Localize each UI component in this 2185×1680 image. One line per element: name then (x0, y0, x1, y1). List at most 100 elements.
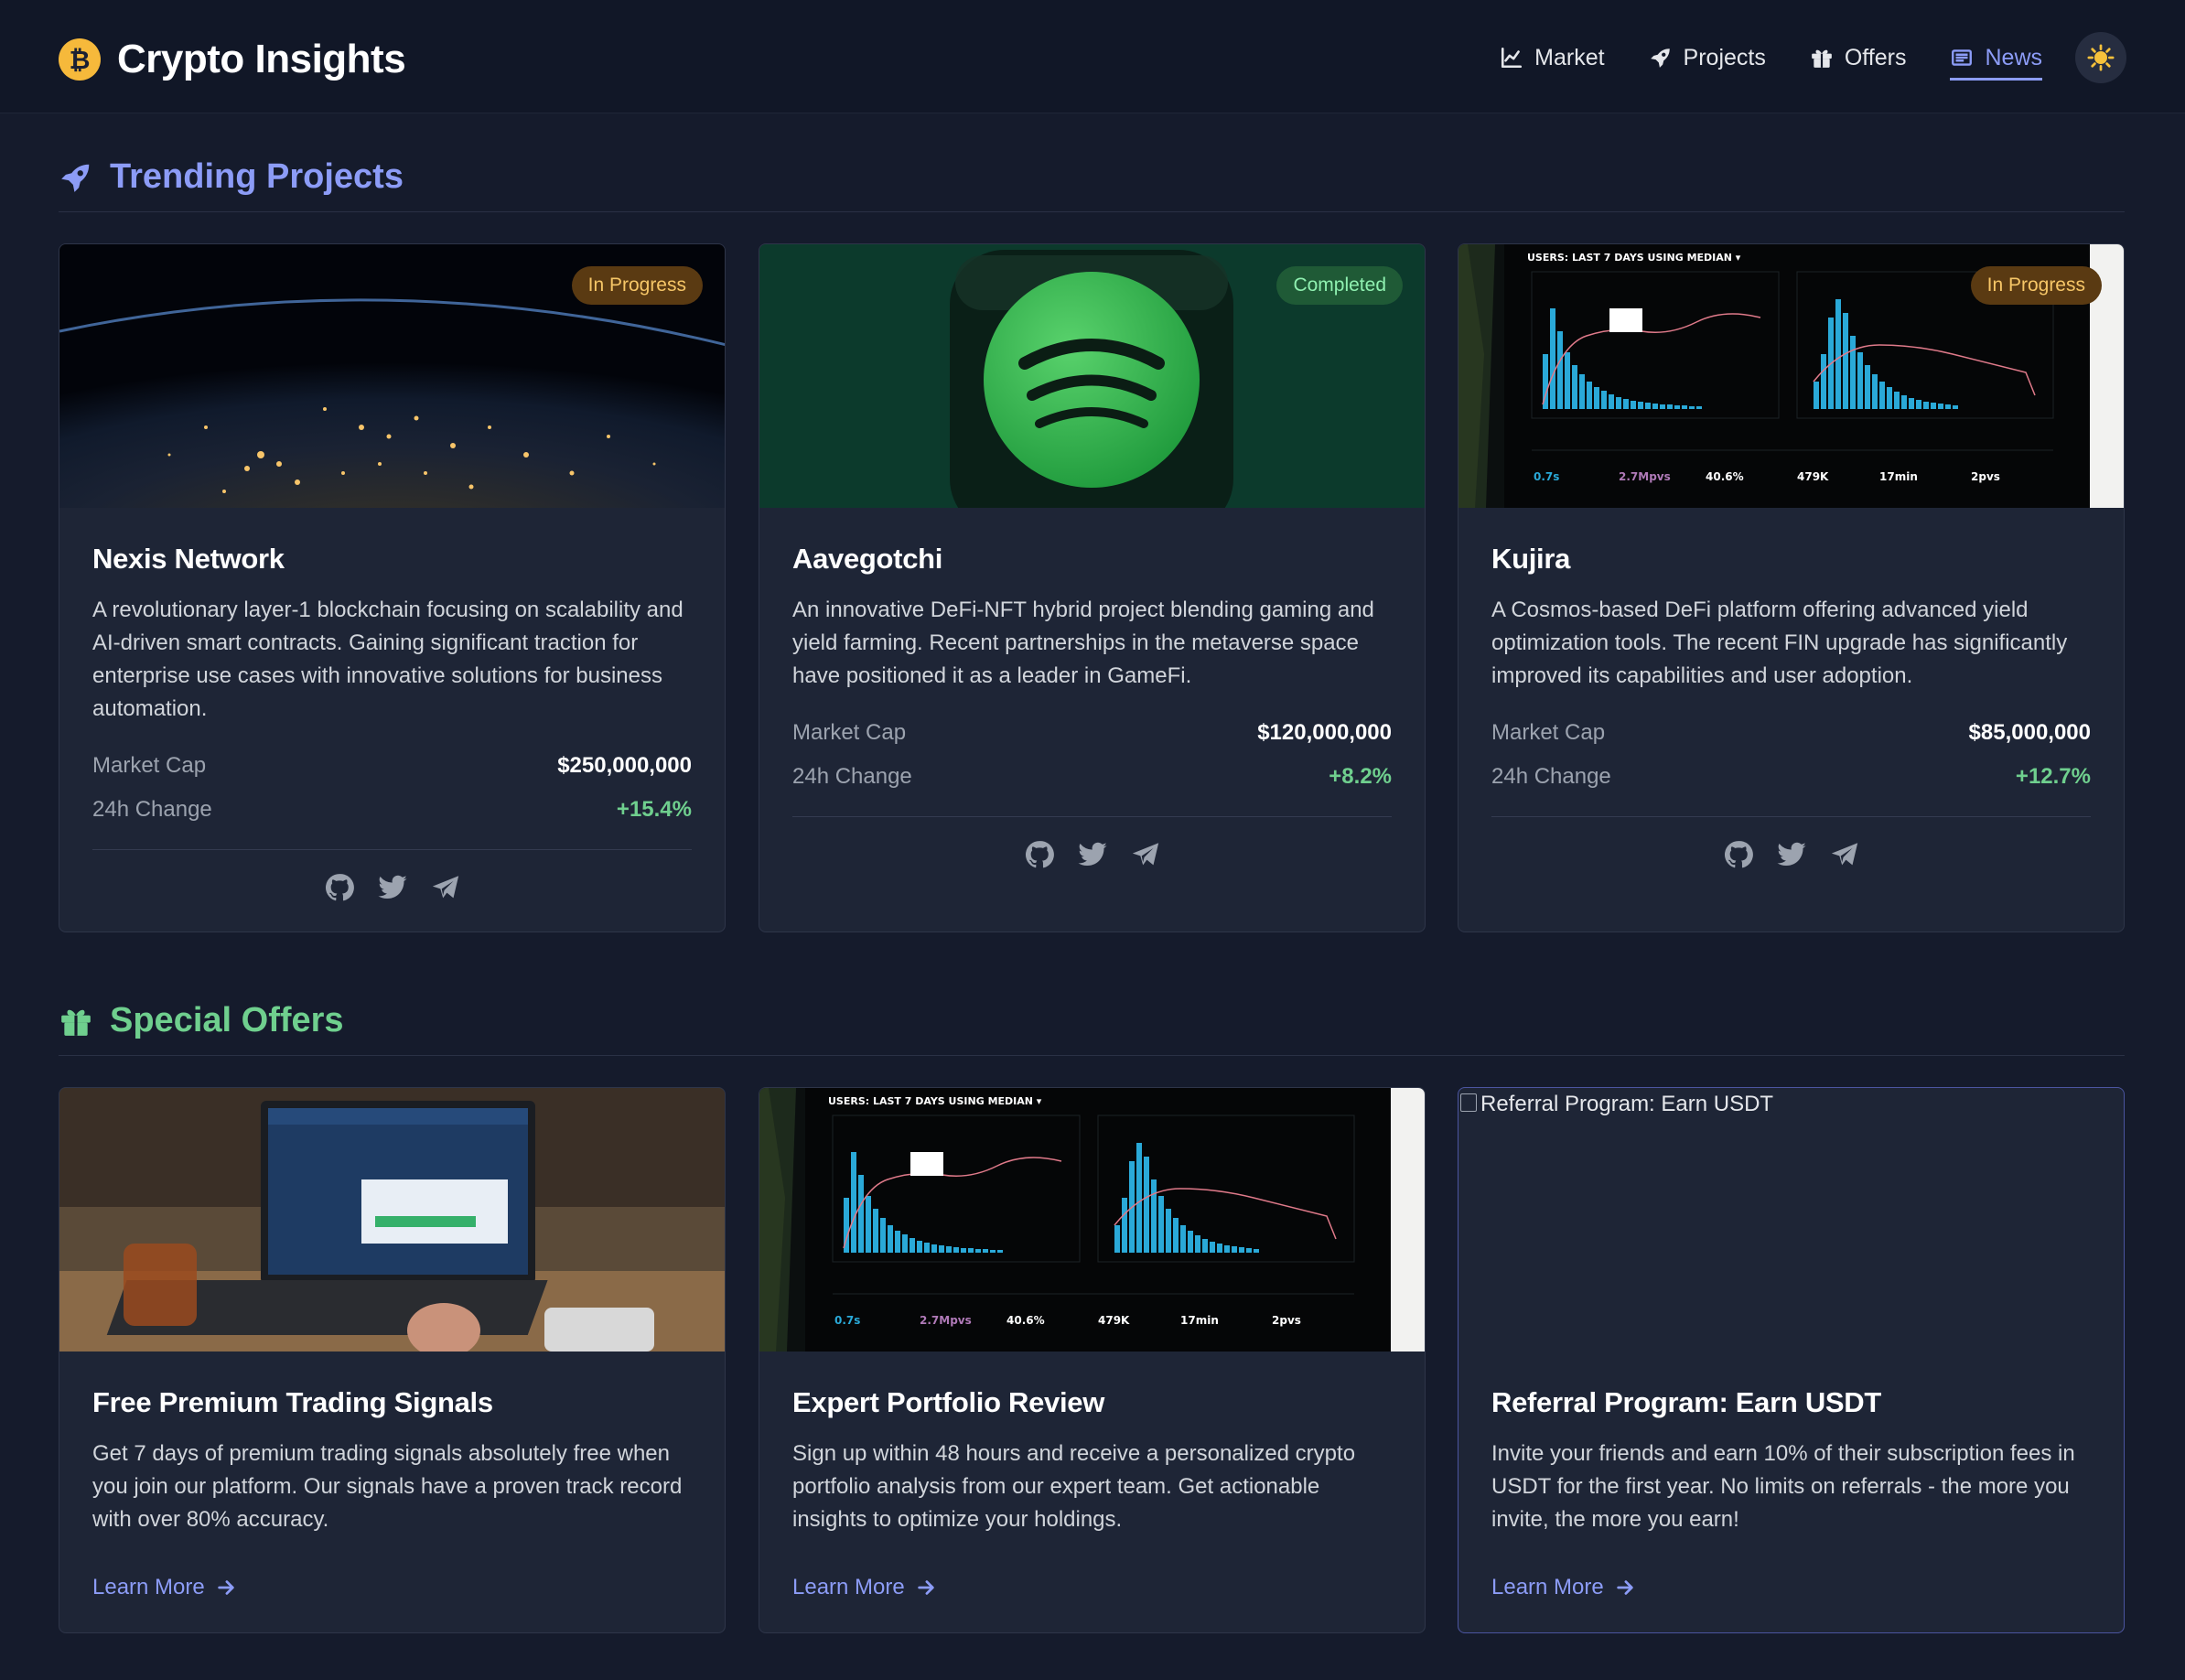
top-navbar: ₿ Crypto Insights Market Projects Offers… (0, 0, 2185, 113)
social-links (92, 850, 692, 932)
learn-more-link[interactable]: Learn More (792, 1575, 936, 1600)
nav-item-market[interactable]: Market (1500, 31, 1605, 84)
learn-more-link[interactable]: Learn More (1491, 1575, 1635, 1600)
nav-item-offers[interactable]: Offers (1810, 31, 1907, 84)
offer-description: Invite your friends and earn 10% of thei… (1491, 1441, 2075, 1532)
bitcoin-logo-icon: ₿ (59, 38, 101, 81)
brand-title: Crypto Insights (117, 37, 406, 81)
project-card[interactable]: Completed Aavegotchi An innovative DeFi-… (759, 243, 1426, 932)
offer-description: Sign up within 48 hours and receive a pe… (792, 1441, 1356, 1532)
project-image: In Progress (1458, 244, 2124, 508)
project-description: A Cosmos-based DeFi platform offering ad… (1491, 598, 2068, 688)
offer-image-broken: Referral Program: Earn USDT (1458, 1088, 2124, 1352)
learn-more-link[interactable]: Learn More (92, 1575, 236, 1600)
card-body: Aavegotchi An innovative DeFi-NFT hybrid… (759, 508, 1425, 907)
change-value: +12.7% (2015, 764, 2091, 789)
github-icon[interactable] (1723, 839, 1754, 870)
change-value: +8.2% (1329, 764, 1392, 789)
stat-label: 24h Change (92, 797, 212, 822)
section-title: Trending Projects (110, 157, 404, 196)
social-links (792, 817, 1392, 907)
card-body: Expert Portfolio Review Sign up within 4… (759, 1352, 1425, 1600)
project-image: Completed (759, 244, 1425, 508)
change-row: 24h Change +8.2% (792, 760, 1392, 792)
github-icon[interactable] (324, 872, 355, 903)
card-body: Free Premium Trading Signals Get 7 days … (59, 1352, 725, 1600)
stat-label: 24h Change (1491, 764, 1611, 789)
project-title: Nexis Network (92, 543, 285, 575)
offer-image (759, 1088, 1425, 1352)
offer-card[interactable]: Free Premium Trading Signals Get 7 days … (59, 1087, 726, 1633)
project-description: An innovative DeFi-NFT hybrid project bl… (792, 598, 1374, 688)
project-card[interactable]: In Progress Nexis Network A revolutionar… (59, 243, 726, 932)
newspaper-icon (1952, 49, 1973, 66)
nav-item-label: Offers (1844, 44, 1907, 70)
github-icon[interactable] (1024, 839, 1055, 870)
stat-label: Market Cap (1491, 720, 1606, 745)
offer-card[interactable]: Expert Portfolio Review Sign up within 4… (759, 1087, 1426, 1633)
project-card[interactable]: In Progress Kujira A Cosmos-based DeFi p… (1458, 243, 2125, 932)
offer-image (59, 1088, 725, 1352)
section-header: Trending Projects (59, 143, 2125, 212)
image-alt-text: Referral Program: Earn USDT (1480, 1092, 1774, 1116)
telegram-icon[interactable] (1829, 839, 1860, 870)
telegram-icon[interactable] (430, 872, 461, 903)
offer-title: Referral Program: Earn USDT (1491, 1386, 1882, 1418)
sun-icon (2087, 44, 2115, 71)
telegram-icon[interactable] (1130, 839, 1161, 870)
learn-more-label: Learn More (1491, 1575, 1604, 1599)
learn-more-label: Learn More (92, 1575, 205, 1599)
stat-label: 24h Change (792, 764, 912, 789)
twitter-icon[interactable] (377, 872, 408, 903)
status-badge: In Progress (571, 266, 703, 305)
main-nav: Market Projects Offers News (1456, 31, 2126, 84)
active-underline (1950, 78, 2042, 81)
arrow-right-icon (1617, 1580, 1633, 1595)
offer-card[interactable]: Referral Program: Earn USDT Referral Pro… (1458, 1087, 2125, 1633)
market-cap-value: $250,000,000 (557, 753, 692, 778)
arrow-right-icon (218, 1580, 234, 1595)
nav-item-news[interactable]: News (1950, 31, 2042, 84)
gift-icon (1812, 49, 1832, 68)
laptop-revenue-image (59, 1088, 725, 1352)
section-header: Special Offers (59, 986, 2125, 1056)
nav-item-label: News (1985, 44, 2042, 70)
stat-label: Market Cap (792, 720, 907, 745)
twitter-icon[interactable] (1077, 839, 1108, 870)
theme-toggle-button[interactable] (2075, 32, 2126, 83)
project-title: Kujira (1491, 543, 1571, 575)
change-row: 24h Change +15.4% (92, 793, 692, 825)
market-cap-value: $120,000,000 (1257, 720, 1392, 745)
twitter-icon[interactable] (1776, 839, 1807, 870)
status-badge: In Progress (1970, 266, 2102, 305)
offer-title: Free Premium Trading Signals (92, 1386, 493, 1418)
offer-title: Expert Portfolio Review (792, 1386, 1105, 1418)
card-body: Nexis Network A revolutionary layer-1 bl… (59, 508, 725, 932)
status-badge: Completed (1276, 266, 1403, 305)
chart-line-icon (1502, 47, 1523, 69)
arrow-right-icon (918, 1580, 934, 1595)
offer-description: Get 7 days of premium trading signals ab… (92, 1441, 683, 1532)
social-links (1491, 817, 2091, 907)
learn-more-label: Learn More (792, 1575, 905, 1599)
project-description: A revolutionary layer-1 blockchain focus… (92, 598, 683, 721)
rocket-icon (1650, 48, 1670, 68)
gift-icon (61, 1009, 91, 1036)
nav-item-label: Market (1534, 44, 1605, 70)
change-row: 24h Change +12.7% (1491, 760, 2091, 792)
section-title: Special Offers (110, 1001, 344, 1039)
card-body: Kujira A Cosmos-based DeFi platform offe… (1458, 508, 2124, 907)
market-cap-value: $85,000,000 (1968, 720, 2091, 745)
project-image: In Progress (59, 244, 725, 508)
brand[interactable]: ₿ Crypto Insights (59, 37, 406, 82)
stat-label: Market Cap (92, 753, 207, 778)
market-cap-row: Market Cap $250,000,000 (92, 749, 692, 781)
project-title: Aavegotchi (792, 543, 943, 575)
rocket-icon (61, 164, 90, 192)
card-body: Referral Program: Earn USDT Invite your … (1458, 1352, 2124, 1600)
nav-item-label: Projects (1683, 44, 1766, 70)
change-value: +15.4% (616, 797, 692, 822)
nav-item-projects[interactable]: Projects (1649, 31, 1766, 84)
market-cap-row: Market Cap $120,000,000 (792, 716, 1392, 748)
analytics-dashboard-image (759, 1088, 1425, 1352)
